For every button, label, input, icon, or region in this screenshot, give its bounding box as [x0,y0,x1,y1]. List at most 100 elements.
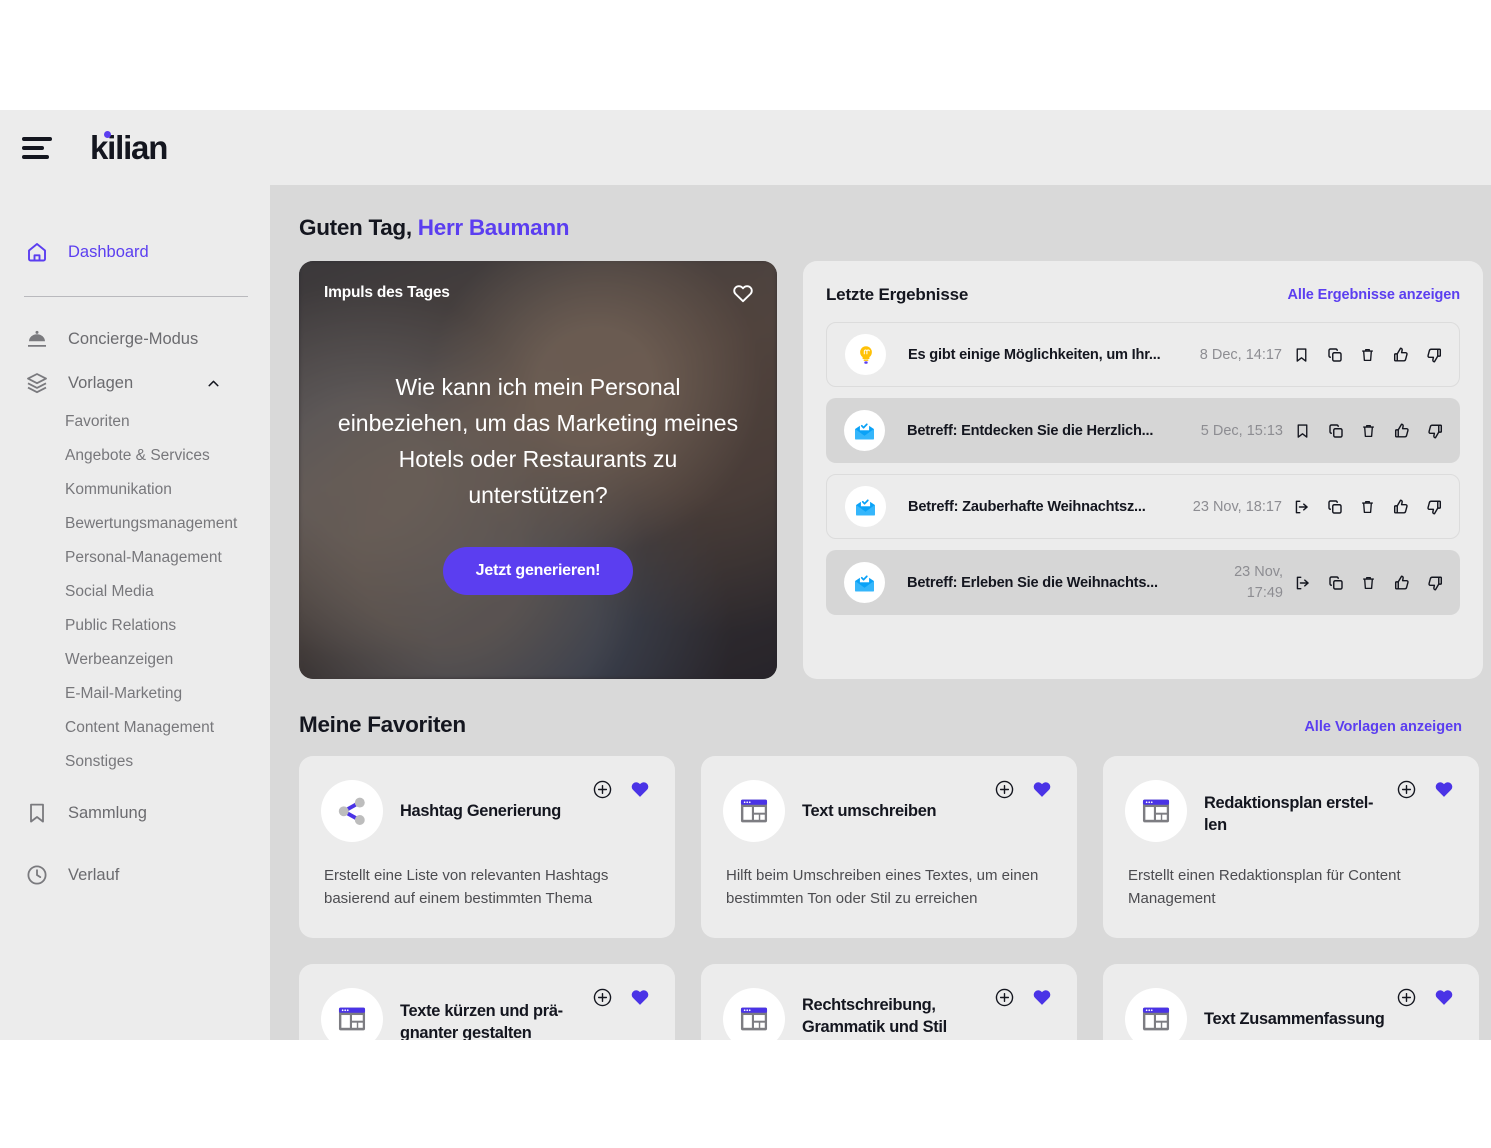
clock-icon [24,862,50,888]
plus-circle-icon[interactable] [1396,987,1417,1008]
open-external-icon[interactable] [1293,574,1312,592]
favorites-title: Meine Favoriten [299,712,466,737]
app-logo[interactable]: kilian [90,129,168,167]
sidebar-subitem-sonstiges[interactable]: Sonstiges [65,745,270,779]
sidebar-subitem-email-marketing[interactable]: E-Mail-Marketing [65,677,270,711]
template-card-title: Text Zusammenfassung [1204,1010,1385,1028]
trash-icon[interactable] [1358,346,1377,364]
result-title: Betreff: Zauberhafte Weihnachtsz... [908,498,1146,515]
bookmark-icon[interactable] [1292,346,1311,364]
thumbs-up-icon[interactable] [1391,346,1410,364]
sidebar-subitem-angebote-services[interactable]: Angebote & Services [65,439,270,473]
show-all-templates-link[interactable]: Alle Vorlagen anzeigen [1304,719,1462,735]
bookmark-icon[interactable] [1293,422,1312,440]
open-external-icon[interactable] [1292,498,1311,516]
copy-icon[interactable] [1326,422,1345,440]
heart-filled-icon[interactable] [1433,778,1455,800]
lightbulb-icon [845,334,886,375]
result-row[interactable]: Betreff: Entdecken Sie die Herzlich... 5… [826,398,1460,463]
sidebar-subitem-content-management[interactable]: Content Management [65,711,270,745]
template-card[interactable]: Rechtschreibung, Grammatik und Stil korr… [701,964,1077,1040]
template-card-description: Erstellt einen Redaktionsplan für Conten… [1128,867,1401,907]
result-title: Betreff: Erleben Sie die Weihnachts... [907,574,1158,591]
plus-circle-icon[interactable] [1396,779,1417,800]
result-actions [1292,498,1443,516]
heart-filled-icon[interactable] [1031,986,1053,1008]
sidebar-subitem-social-media[interactable]: Social Media [65,575,270,609]
brand-bar: kilian [0,110,270,185]
impulse-question: Wie kann ich mein Personal einbeziehen, … [337,374,739,508]
heart-filled-icon[interactable] [1433,986,1455,1008]
result-actions [1292,346,1443,364]
result-row[interactable]: Betreff: Erleben Sie die Weihnachts... 2… [826,550,1460,615]
impulse-card[interactable]: Impuls des Tages Wie kann ich mein Perso… [299,261,777,679]
layout-window-icon [723,988,785,1040]
bookmark-icon [24,800,50,826]
template-card[interactable]: Hashtag Generierung Erstellt eine Liste … [299,756,675,938]
sidebar-subitem-favoriten[interactable]: Favoriten [65,405,270,439]
sidebar-nav: Dashboard Concierge-Modus Vorlagen Favor… [0,185,270,897]
menu-toggle-icon[interactable] [22,136,52,159]
sidebar-item-sammlung[interactable]: Sammlung [0,791,270,835]
result-timestamp: 8 Dec, 14:17 [1199,346,1282,363]
sidebar-subitem-public-relations[interactable]: Public Relations [65,609,270,643]
plus-circle-icon[interactable] [994,987,1015,1008]
thumbs-down-icon[interactable] [1425,574,1444,592]
show-all-results-link[interactable]: Alle Ergebnisse anzeigen [1288,287,1461,303]
trash-icon[interactable] [1359,574,1378,592]
sidebar-item-label: Concierge-Modus [68,329,199,348]
chevron-up-icon[interactable] [205,375,222,392]
copy-icon[interactable] [1325,498,1344,516]
sidebar-item-vorlagen[interactable]: Vorlagen [0,361,270,405]
sidebar-subitem-werbeanzeigen[interactable]: Werbeanzeigen [65,643,270,677]
template-card-description: Hilft beim Umschreiben eines Textes, um … [726,867,1039,907]
template-card[interactable]: Text Zusammenfassung [1103,964,1479,1040]
mail-check-icon [844,562,885,603]
main-content: Guten Tag, Herr Baumann Impuls des Tages… [270,185,1491,1040]
sidebar-subnav-vorlagen: Favoriten Angebote & Services Kommunikat… [0,405,270,779]
plus-circle-icon[interactable] [592,779,613,800]
thumbs-up-icon[interactable] [1391,498,1410,516]
recent-results-title: Letzte Ergebnisse [826,285,969,304]
result-title: Betreff: Entdecken Sie die Herzlich... [907,422,1154,439]
result-timestamp: 5 Dec, 15:13 [1200,422,1283,439]
template-card[interactable]: Redaktionsplan erstel-len Erstellt einen… [1103,756,1479,938]
trash-icon[interactable] [1359,422,1378,440]
plus-circle-icon[interactable] [592,987,613,1008]
result-row[interactable]: Betreff: Zauberhafte Weihnachtsz... 23 N… [826,474,1460,539]
heart-filled-icon[interactable] [629,986,651,1008]
thumbs-down-icon[interactable] [1424,498,1443,516]
mail-check-icon [844,410,885,451]
copy-icon[interactable] [1326,574,1345,592]
impulse-card-body: Wie kann ich mein Personal einbeziehen, … [299,369,777,595]
thumbs-up-icon[interactable] [1392,574,1411,592]
generate-button[interactable]: Jetzt generieren! [442,547,634,595]
page-title: Guten Tag, Herr Baumann [299,215,1491,241]
sidebar: kilian Dashboard Concierge-Modus Vorlage… [0,110,270,1040]
logo-dot-icon [104,130,111,138]
template-card[interactable]: Texte kürzen und prä-gnanter gestalten [299,964,675,1040]
sidebar-item-label: Verlauf [68,865,120,884]
sidebar-item-verlauf[interactable]: Verlauf [0,853,270,897]
heart-filled-icon[interactable] [629,778,651,800]
template-card[interactable]: Text umschreiben Hilft beim Umschreiben … [701,756,1077,938]
sidebar-item-label: Sammlung [68,803,147,822]
heart-outline-icon[interactable] [731,281,755,310]
sidebar-item-concierge[interactable]: Concierge-Modus [0,317,270,361]
sidebar-subitem-personal-management[interactable]: Personal-Management [65,541,270,575]
copy-icon[interactable] [1325,346,1344,364]
sidebar-subitem-kommunikation[interactable]: Kommunikation [65,473,270,507]
trash-icon[interactable] [1358,498,1377,516]
thumbs-down-icon[interactable] [1425,422,1444,440]
result-row[interactable]: Es gibt einige Möglichkeiten, um Ihr... … [826,322,1460,387]
template-card-title: Text umschreiben [802,802,937,820]
thumbs-down-icon[interactable] [1424,346,1443,364]
result-title: Es gibt einige Möglichkeiten, um Ihr... [908,346,1161,363]
greeting-user-name: Herr Baumann [417,215,570,240]
sidebar-subitem-bewertungsmanagement[interactable]: Bewertungsmanagement [65,507,270,541]
layers-icon [24,370,50,396]
heart-filled-icon[interactable] [1031,778,1053,800]
plus-circle-icon[interactable] [994,779,1015,800]
sidebar-item-dashboard[interactable]: Dashboard [0,230,270,274]
thumbs-up-icon[interactable] [1392,422,1411,440]
